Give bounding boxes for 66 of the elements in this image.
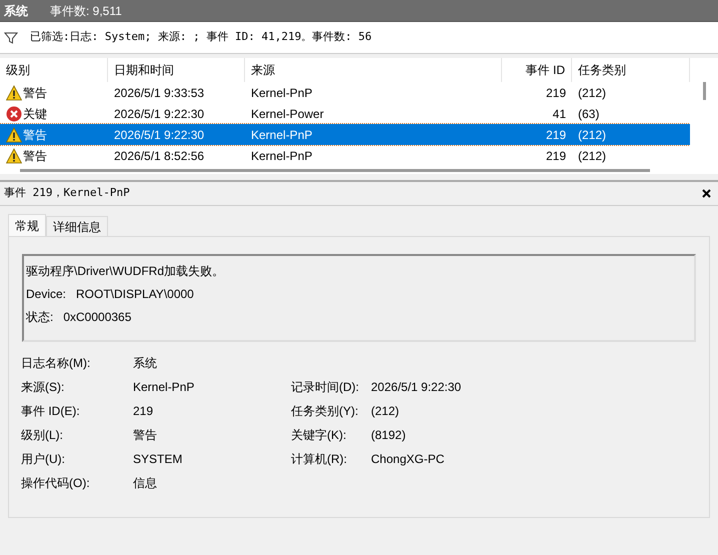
source-text: Kernel-PnP <box>251 86 312 100</box>
message-line: 状态: 0xC0000365 <box>26 309 132 326</box>
event-id-text: 219 <box>546 128 566 142</box>
task-text: (63) <box>578 106 600 120</box>
filter-summary: 已筛选:日志: System; 来源: ; 事件 ID: 41,219。事件数: 56 <box>30 29 372 46</box>
event-count: 事件数: 9,511 <box>50 2 122 20</box>
level-text: 关键 <box>23 106 47 122</box>
level-text: 警告 <box>23 126 47 144</box>
event-title: 事件 219，Kernel-PnP <box>4 185 130 202</box>
filter-icon <box>4 30 18 44</box>
property-label: 计算机(R): <box>291 451 348 468</box>
warning-icon <box>6 84 22 100</box>
property-label: 操作代码(O): <box>21 475 91 492</box>
event-row[interactable]: 关键 2026/5/1 9:22:30 Kernel-Power 41 (63) <box>0 103 690 124</box>
warning-icon <box>6 148 22 164</box>
event-id-text: 41 <box>552 106 566 120</box>
column-header[interactable]: 日期和时间 <box>108 58 245 82</box>
horizontal-scrollbar[interactable] <box>20 168 650 172</box>
vertical-scrollbar[interactable] <box>702 82 706 100</box>
message-line: 驱动程序\Driver\WUDFRd加载失败。 <box>26 263 225 280</box>
close-icon <box>702 189 710 198</box>
event-id-text: 219 <box>546 148 566 162</box>
column-header[interactable]: 级别 <box>0 58 108 82</box>
event-row[interactable]: 警告 2026/5/1 8:52:56 Kernel-PnP 219 (212) <box>0 145 690 166</box>
property-value: Kernel-PnP <box>133 379 194 396</box>
warning-icon <box>6 126 22 142</box>
level-text: 警告 <box>23 148 47 164</box>
column-header[interactable]: 事件 ID <box>502 58 572 82</box>
source-text: Kernel-PnP <box>251 148 312 162</box>
property-label: 来源(S): <box>21 379 66 396</box>
property-label: 事件 ID(E): <box>21 403 81 420</box>
error-icon <box>6 106 22 122</box>
event-row[interactable]: 警告 2026/5/1 9:33:53 Kernel-PnP 219 (212) <box>0 82 690 103</box>
log-title: 系统 <box>4 2 28 20</box>
column-header[interactable]: 任务类别 <box>572 58 690 82</box>
date-text: 2026/5/1 8:52:56 <box>114 148 204 162</box>
event-row[interactable]: 警告 2026/5/1 9:22:30 Kernel-PnP 219 (212) <box>0 124 690 145</box>
property-value: 系统 <box>133 355 157 372</box>
tab[interactable]: 详细信息 <box>46 216 108 236</box>
column-header[interactable]: 来源 <box>245 58 502 82</box>
property-value: 警告 <box>133 427 157 444</box>
task-text: (212) <box>578 86 606 100</box>
tab[interactable]: 常规 <box>8 214 46 236</box>
date-text: 2026/5/1 9:22:30 <box>114 106 204 120</box>
task-text: (212) <box>578 128 606 142</box>
property-value: (8192) <box>371 427 406 444</box>
date-text: 2026/5/1 9:22:30 <box>114 128 204 142</box>
task-text: (212) <box>578 148 606 162</box>
property-label: 关键字(K): <box>291 427 348 444</box>
property-value: SYSTEM <box>133 451 182 468</box>
source-text: Kernel-Power <box>251 106 324 120</box>
event-id-text: 219 <box>546 86 566 100</box>
source-text: Kernel-PnP <box>251 128 312 142</box>
level-text: 警告 <box>23 84 47 102</box>
property-value: 219 <box>133 403 154 420</box>
property-label: 用户(U): <box>21 451 66 468</box>
property-value: ChongXG-PC <box>371 451 444 468</box>
property-label: 记录时间(D): <box>291 379 360 396</box>
property-value: 2026/5/1 9:22:30 <box>371 379 462 396</box>
property-value: (212) <box>371 403 400 420</box>
property-value: 信息 <box>133 475 157 492</box>
property-label: 级别(L): <box>21 427 64 444</box>
date-text: 2026/5/1 9:33:53 <box>114 86 204 100</box>
message-line: Device: ROOT\DISPLAY\0000 <box>26 286 195 303</box>
property-label: 日志名称(M): <box>21 355 92 372</box>
property-label: 任务类别(Y): <box>291 403 360 420</box>
